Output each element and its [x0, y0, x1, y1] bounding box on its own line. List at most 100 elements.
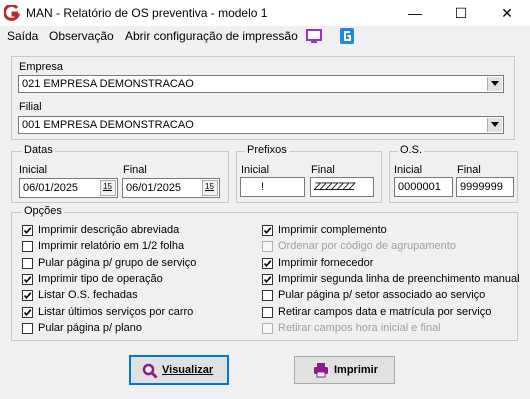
checkbox[interactable]: [22, 273, 33, 285]
imprimir-button[interactable]: Imprimir: [294, 356, 395, 384]
config-icon[interactable]: [338, 27, 356, 45]
monitor-icon[interactable]: [305, 27, 323, 45]
prefixo-final-input[interactable]: ZZZZZZZ: [310, 177, 374, 197]
os-title: O.S.: [398, 144, 425, 156]
datas-title: Datas: [22, 144, 55, 156]
prefixo-inicial-input[interactable]: !: [240, 177, 305, 197]
option-checkbox-row[interactable]: Pular página p/ grupo de serviço: [22, 257, 252, 273]
checkbox[interactable]: [262, 257, 273, 269]
calendar-icon: 15: [205, 182, 214, 191]
filial-label: Filial: [19, 101, 42, 113]
data-final-calendar-button[interactable]: 15: [202, 180, 218, 196]
chevron-down-icon: [491, 81, 499, 86]
filial-dropdown-button[interactable]: [487, 118, 502, 132]
checkbox: [262, 322, 273, 334]
option-checkbox-row[interactable]: Imprimir complemento: [262, 224, 514, 240]
option-label: Listar O.S. fechadas: [38, 289, 138, 302]
option-checkbox-row[interactable]: Imprimir relatório em 1/2 folha: [22, 240, 252, 256]
os-final-value: 9999999: [460, 181, 503, 193]
chevron-down-icon: [491, 122, 499, 127]
os-inicial-value: 0000001: [398, 181, 441, 193]
checkbox[interactable]: [262, 225, 273, 236]
checkbox: [262, 241, 273, 253]
option-checkbox-row[interactable]: Imprimir descrição abreviada: [22, 224, 252, 240]
option-label: Imprimir descrição abreviada: [38, 224, 180, 236]
prefixo-inicial-value: !: [261, 181, 265, 193]
data-inicial-value: 06/01/2025: [23, 182, 79, 194]
prefixo-final-value: ZZZZZZZ: [314, 181, 355, 193]
data-inicial-label: Inicial: [19, 164, 48, 176]
menu-saida[interactable]: Saída: [7, 29, 38, 43]
os-final-input[interactable]: 9999999: [456, 177, 514, 197]
option-checkbox-row[interactable]: Pular página p/ plano: [22, 322, 252, 338]
empresa-select[interactable]: 021 EMPRESA DEMONSTRACAO: [18, 75, 504, 93]
checkbox[interactable]: [262, 273, 273, 285]
menu-observacao[interactable]: Observação: [49, 29, 114, 43]
option-checkbox-row[interactable]: Imprimir tipo de operação: [22, 273, 252, 289]
checkbox[interactable]: [22, 306, 33, 318]
prefixo-final-label: Final: [311, 164, 335, 176]
app-logo-icon: [4, 5, 20, 21]
prefixos-title: Prefixos: [245, 144, 289, 156]
option-checkbox-row: Retirar campos hora inicial e final: [262, 322, 514, 338]
option-label: Imprimir complemento: [278, 224, 387, 236]
checkbox[interactable]: [22, 241, 33, 253]
visualizar-button[interactable]: Visualizar: [129, 355, 229, 385]
empresa-dropdown-button[interactable]: [487, 77, 502, 91]
option-label: Imprimir relatório em 1/2 folha: [38, 240, 185, 253]
os-final-label: Final: [457, 164, 481, 176]
option-label: Pular página p/ grupo de serviço: [38, 256, 197, 269]
option-checkbox-row[interactable]: Listar O.S. fechadas: [22, 289, 252, 305]
minimize-button[interactable]: —: [392, 0, 438, 26]
data-inicial-input[interactable]: 06/01/2025 15: [19, 178, 118, 198]
checkmark-icon: [263, 227, 272, 235]
data-final-value: 06/01/2025: [126, 182, 182, 194]
checkmark-icon: [23, 308, 32, 316]
os-inicial-label: Inicial: [394, 164, 423, 176]
option-label: Retirar campos data e matrícula por serv…: [278, 305, 492, 318]
menu-abrir-configuracao[interactable]: Abrir configuração de impressão: [125, 29, 298, 43]
filial-value: 001 EMPRESA DEMONSTRACAO: [22, 119, 194, 131]
os-inicial-input[interactable]: 0000001: [394, 177, 453, 197]
option-checkbox-row[interactable]: Retirar campos data e matrícula por serv…: [262, 306, 514, 322]
checkmark-icon: [263, 259, 272, 267]
data-final-label: Final: [123, 164, 147, 176]
option-label: Pular página p/ plano: [38, 321, 142, 334]
checkbox[interactable]: [22, 257, 33, 269]
option-checkbox-row[interactable]: Pular página p/ setor associado ao servi…: [262, 289, 514, 305]
option-checkbox-row: Ordenar por código de agrupamento: [262, 240, 514, 256]
option-label: Retirar campos hora inicial e final: [278, 321, 441, 334]
checkbox[interactable]: [22, 225, 33, 236]
option-label: Imprimir segunda linha de preenchimento …: [278, 272, 520, 285]
option-label: Imprimir fornecedor: [278, 256, 374, 269]
visualizar-label: Visualizar: [162, 364, 214, 376]
maximize-button[interactable]: ☐: [438, 0, 484, 26]
option-label: Pular página p/ setor associado ao servi…: [278, 289, 486, 302]
prefixo-inicial-label: Inicial: [241, 164, 270, 176]
option-label: Imprimir tipo de operação: [38, 272, 163, 285]
option-checkbox-row[interactable]: Imprimir fornecedor: [262, 257, 514, 273]
opcoes-title: Opções: [22, 205, 64, 217]
filial-select[interactable]: 001 EMPRESA DEMONSTRACAO: [18, 116, 504, 134]
close-button[interactable]: ✕: [484, 0, 530, 26]
option-label: Ordenar por código de agrupamento: [278, 240, 456, 253]
checkbox[interactable]: [262, 306, 273, 318]
option-checkbox-row[interactable]: Imprimir segunda linha de preenchimento …: [262, 273, 520, 289]
data-inicial-calendar-button[interactable]: 15: [100, 180, 116, 196]
empresa-value: 021 EMPRESA DEMONSTRACAO: [22, 78, 194, 90]
checkbox[interactable]: [22, 322, 33, 334]
option-label: Listar últimos serviços por carro: [38, 305, 194, 318]
printer-icon: [314, 363, 328, 378]
checkmark-icon: [23, 292, 32, 300]
magnifier-icon: [142, 363, 158, 379]
checkbox[interactable]: [22, 290, 33, 302]
option-checkbox-row[interactable]: Listar últimos serviços por carro: [22, 306, 252, 322]
data-final-input[interactable]: 06/01/2025 15: [122, 178, 220, 198]
imprimir-label: Imprimir: [334, 364, 379, 376]
empresa-label: Empresa: [19, 61, 64, 73]
window-title: MAN - Relatório de OS preventiva - model…: [26, 6, 268, 20]
checkmark-icon: [263, 276, 272, 283]
checkbox[interactable]: [262, 290, 273, 302]
checkmark-icon: [23, 276, 32, 283]
checkmark-icon: [23, 227, 32, 235]
